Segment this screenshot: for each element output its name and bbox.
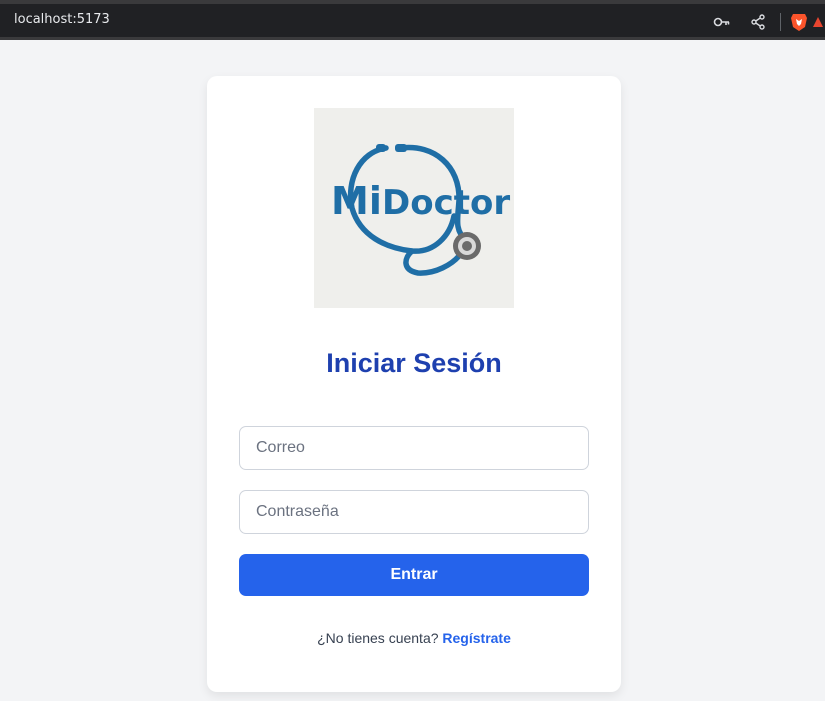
login-card: Mi Doctor Iniciar Sesión Entrar ¿No tien… <box>207 76 621 692</box>
toolbar-separator <box>780 13 781 31</box>
toolbar-border <box>0 37 825 40</box>
toolbar-icons <box>704 10 825 34</box>
no-account-text: ¿No tienes cuenta? <box>317 630 439 646</box>
page-title: Iniciar Sesión <box>326 348 502 378</box>
share-icon[interactable] <box>740 10 776 34</box>
address-bar-url[interactable]: localhost:5173 <box>14 12 110 27</box>
key-icon[interactable] <box>704 10 740 34</box>
brave-lion-icon[interactable] <box>785 10 813 34</box>
browser-toolbar: localhost:5173 <box>0 0 825 40</box>
register-prompt: ¿No tienes cuenta? Regístrate <box>207 630 621 646</box>
rewards-triangle-icon[interactable] <box>813 10 825 34</box>
email-field[interactable] <box>239 426 589 470</box>
logo-text-doctor: Doctor <box>382 183 510 223</box>
submit-button[interactable]: Entrar <box>239 554 589 596</box>
register-link[interactable]: Regístrate <box>442 630 510 646</box>
logo-text-mi: Mi <box>331 179 382 223</box>
password-field[interactable] <box>239 490 589 534</box>
midoctor-logo: Mi Doctor <box>314 108 514 308</box>
